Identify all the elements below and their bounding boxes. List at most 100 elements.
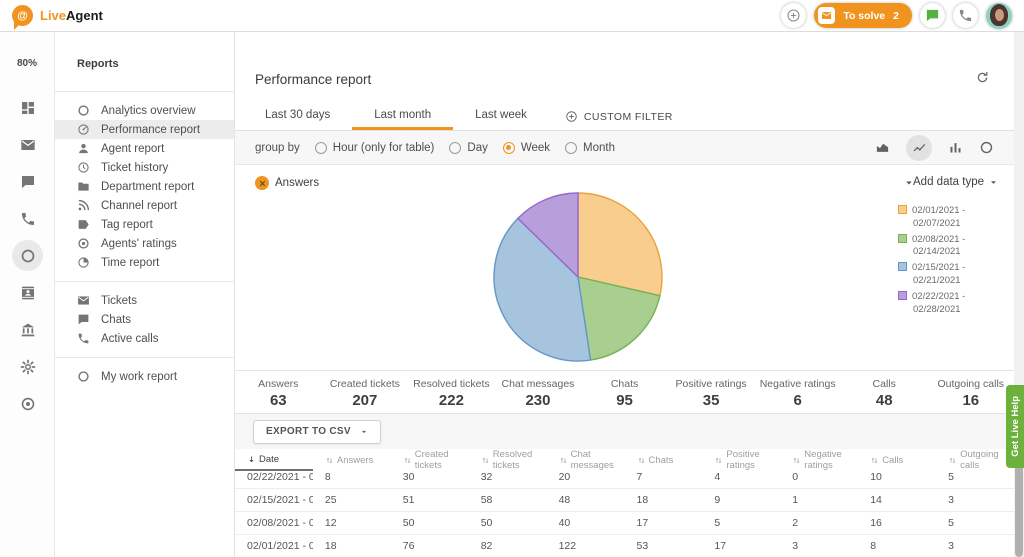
sidebar-item-label: Agent report — [101, 143, 164, 155]
add-data-type-button[interactable]: Add data type — [913, 176, 998, 188]
column-header-positive-ratings[interactable]: Positive ratings — [702, 449, 780, 471]
rail-item-reports[interactable] — [0, 237, 55, 274]
ring-icon — [12, 240, 43, 271]
stat-label: Answers — [258, 378, 298, 390]
stat-value: 16 — [962, 392, 979, 409]
legend-swatch — [898, 234, 907, 243]
radio-hour-only-for-table-[interactable]: Hour (only for table) — [315, 142, 435, 154]
export-csv-button[interactable]: EXPORT TO CSV — [253, 420, 381, 444]
mail-icon — [818, 7, 835, 24]
sidebar-item-tickets[interactable]: Tickets — [55, 291, 234, 310]
sidebar-item-agents-ratings[interactable]: Agents' ratings — [55, 234, 234, 253]
sidebar-item-department-report[interactable]: Department report — [55, 177, 234, 196]
stat-value: 48 — [876, 392, 893, 409]
rail-item-calls[interactable] — [0, 200, 55, 237]
tab-last-month[interactable]: Last month — [352, 103, 453, 130]
to-solve-button[interactable]: To solve 2 — [814, 3, 912, 28]
sidebar-item-active-calls[interactable]: Active calls — [55, 329, 234, 348]
column-header-label: Answers — [337, 455, 373, 466]
refresh-button[interactable] — [975, 70, 990, 85]
chat-icon — [77, 313, 90, 326]
sidebar-item-agent-report[interactable]: Agent report — [55, 139, 234, 158]
radio-week[interactable]: Week — [503, 142, 550, 154]
column-header-created-tickets[interactable]: Created tickets — [391, 449, 469, 471]
add-new-button[interactable] — [781, 3, 806, 28]
column-header-resolved-tickets[interactable]: Resolved tickets — [469, 449, 547, 471]
sidebar-item-ticket-history[interactable]: Ticket history — [55, 158, 234, 177]
radio-day[interactable]: Day — [449, 142, 487, 154]
tab-last-week[interactable]: Last week — [453, 103, 549, 130]
radio-month[interactable]: Month — [565, 142, 615, 154]
table-cell: 3 — [936, 494, 1014, 506]
column-header-label: Positive ratings — [726, 449, 780, 471]
sidebar-item-label: Agents' ratings — [101, 238, 177, 250]
chart-type-toolbar — [875, 135, 994, 161]
user-avatar[interactable] — [986, 3, 1012, 29]
sidebar-item-channel-report[interactable]: Channel report — [55, 196, 234, 215]
legend-item[interactable]: 02/08/2021 -02/14/2021 — [898, 234, 1000, 260]
table-cell: 50 — [469, 517, 547, 529]
folder-icon — [77, 180, 90, 193]
radio-label: Day — [467, 142, 487, 154]
stat-value: 63 — [270, 392, 287, 409]
legend-item[interactable]: 02/22/2021 -02/28/2021 — [898, 291, 1000, 317]
sidebar-item-my-work-report[interactable]: My work report — [55, 367, 234, 386]
legend-item[interactable]: 02/15/2021 -02/21/2021 — [898, 262, 1000, 288]
column-header-chats[interactable]: Chats — [625, 449, 703, 471]
pie-chart[interactable] — [492, 191, 664, 363]
bar-chart-button[interactable] — [948, 140, 963, 155]
sidebar-item-analytics-overview[interactable]: Analytics overview — [55, 101, 234, 120]
table-cell: 18 — [313, 540, 391, 552]
rail-item-help[interactable] — [0, 385, 55, 422]
stat-label: Positive ratings — [675, 378, 746, 390]
performance-report-card: Performance report Last 30 daysLast mont… — [235, 32, 1014, 557]
line-chart-button[interactable] — [906, 135, 932, 161]
sidebar-item-label: Active calls — [101, 333, 159, 345]
calls-button[interactable] — [953, 3, 978, 28]
rail-item-tickets[interactable] — [0, 126, 55, 163]
stat-value: 35 — [703, 392, 720, 409]
gauge-icon — [77, 123, 90, 136]
chat-icon — [925, 8, 940, 23]
table-cell: 122 — [547, 540, 625, 552]
get-live-help-tab[interactable]: Get Live Help — [1006, 385, 1024, 468]
sidebar-item-tag-report[interactable]: Tag report — [55, 215, 234, 234]
table-cell: 3 — [780, 540, 858, 552]
sidebar-item-time-report[interactable]: Time report — [55, 253, 234, 272]
column-header-negative-ratings[interactable]: Negative ratings — [780, 449, 858, 471]
custom-filter-button[interactable]: CUSTOM FILTER — [565, 103, 673, 130]
column-header-calls[interactable]: Calls — [858, 449, 936, 471]
legend-item[interactable]: 02/01/2021 -02/07/2021 — [898, 205, 1000, 231]
table-cell: 8 — [858, 540, 936, 552]
column-header-outgoing-calls[interactable]: Outgoing calls — [936, 449, 1014, 471]
table-cell: 50 — [391, 517, 469, 529]
rail-item-contacts[interactable] — [0, 274, 55, 311]
arrow-down-icon — [247, 455, 256, 464]
rail-item-settings[interactable] — [0, 348, 55, 385]
table-cell: 8 — [313, 471, 391, 483]
answers-series-chip[interactable]: Answers — [255, 176, 319, 190]
refresh-icon — [975, 70, 990, 85]
rail-item-dashboard[interactable] — [0, 89, 55, 126]
area-chart-button[interactable] — [875, 140, 890, 155]
sidebar-item-label: Chats — [101, 314, 131, 326]
column-header-chat-messages[interactable]: Chat messages — [547, 449, 625, 471]
rail-item-chats[interactable] — [0, 163, 55, 200]
sidebar-item-label: Performance report — [101, 124, 200, 136]
pie-chart-button[interactable] — [979, 140, 994, 155]
column-header-date[interactable]: Date — [235, 449, 313, 471]
liveagent-logo[interactable]: @ LiveAgent — [12, 5, 103, 26]
sidebar-item-performance-report[interactable]: Performance report — [55, 120, 234, 139]
chats-button[interactable] — [920, 3, 945, 28]
stat-label: Resolved tickets — [413, 378, 489, 390]
tab-last-30-days[interactable]: Last 30 days — [243, 103, 352, 130]
table-cell: 58 — [469, 494, 547, 506]
sidebar-item-chats[interactable]: Chats — [55, 310, 234, 329]
rail-item-company[interactable] — [0, 311, 55, 348]
table-cell: 25 — [313, 494, 391, 506]
table-cell: 2 — [780, 517, 858, 529]
table-cell: 5 — [702, 517, 780, 529]
column-header-answers[interactable]: Answers — [313, 449, 391, 471]
phone-icon — [20, 211, 36, 227]
remove-series-icon[interactable] — [255, 176, 269, 190]
